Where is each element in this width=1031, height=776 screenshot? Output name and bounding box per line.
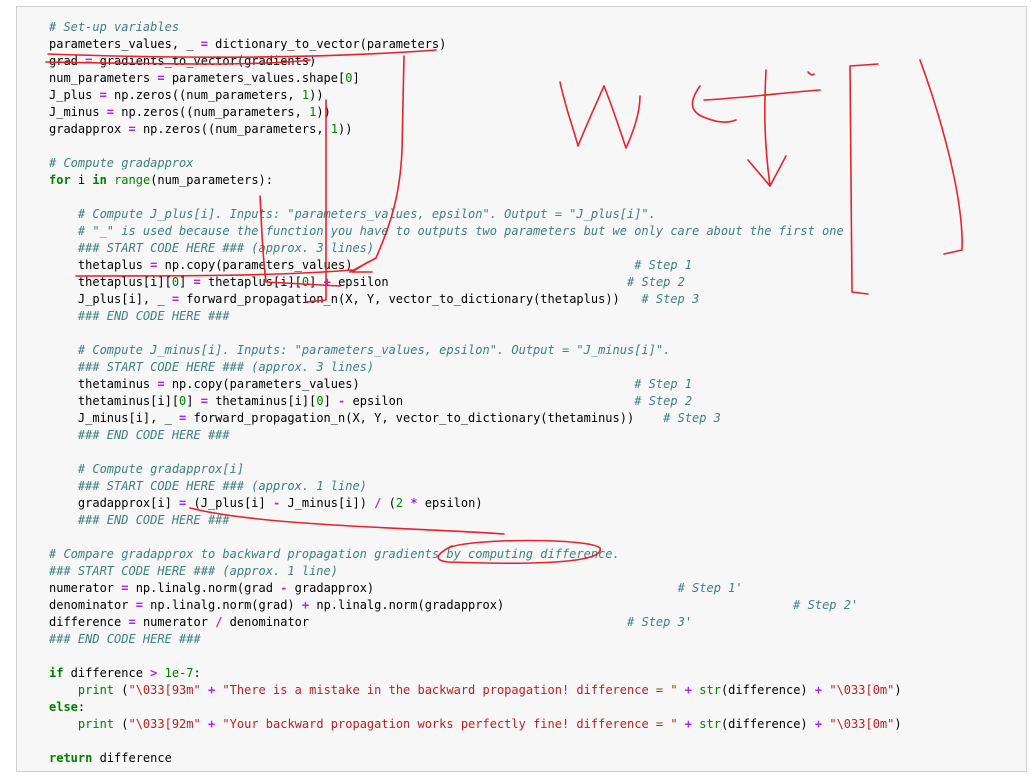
code-line[interactable]: print ("\033[92m" + "Your backward propa… (49, 716, 902, 733)
code-line[interactable]: numerator = np.linalg.norm(grad - gradap… (49, 580, 902, 597)
code-line[interactable]: if difference > 1e-7: (49, 665, 902, 682)
code-line[interactable]: parameters_values, _ = dictionary_to_vec… (49, 36, 902, 53)
code-line[interactable]: # Compute gradapprox[i] (49, 461, 902, 478)
code-line[interactable]: for i in range(num_parameters): (49, 172, 902, 189)
code-line[interactable]: ​ (49, 138, 902, 155)
code-line[interactable]: else: (49, 699, 902, 716)
code-line[interactable]: difference = numerator / denominator # S… (49, 614, 902, 631)
code-line[interactable]: gradapprox[i] = (J_plus[i] - J_minus[i])… (49, 495, 902, 512)
code-line[interactable]: ### END CODE HERE ### (49, 631, 902, 648)
code-editor[interactable]: # Set-up variables parameters_values, _ =… (49, 19, 902, 767)
code-line[interactable]: grad = gradients_to_vector(gradients) (49, 53, 902, 70)
code-line[interactable]: # Compare gradapprox to backward propaga… (49, 546, 902, 563)
code-line[interactable]: ​ (49, 189, 902, 206)
code-line[interactable]: ​ (49, 529, 902, 546)
code-line[interactable]: ​ (49, 325, 902, 342)
code-line[interactable]: print ("\033[93m" + "There is a mistake … (49, 682, 902, 699)
code-line[interactable]: return difference (49, 750, 902, 767)
code-line[interactable]: J_plus = np.zeros((num_parameters, 1)) (49, 87, 902, 104)
code-line[interactable]: denominator = np.linalg.norm(grad) + np.… (49, 597, 902, 614)
code-line[interactable]: ### START CODE HERE ### (approx. 3 lines… (49, 359, 902, 376)
code-line[interactable]: gradapprox = np.zeros((num_parameters, 1… (49, 121, 902, 138)
code-line[interactable]: J_minus = np.zeros((num_parameters, 1)) (49, 104, 902, 121)
code-line[interactable]: # Compute gradapprox (49, 155, 902, 172)
code-line[interactable]: thetaplus = np.copy(parameters_values) #… (49, 257, 902, 274)
code-line[interactable]: ### END CODE HERE ### (49, 512, 902, 529)
code-line[interactable]: # Compute J_plus[i]. Inputs: "parameters… (49, 206, 902, 223)
code-line[interactable]: ### START CODE HERE ### (approx. 3 lines… (49, 240, 902, 257)
code-line[interactable]: thetaplus[i][0] = thetaplus[i][0] + epsi… (49, 274, 902, 291)
code-line[interactable]: ### END CODE HERE ### (49, 308, 902, 325)
code-line[interactable]: ​ (49, 648, 902, 665)
code-line[interactable]: thetaminus = np.copy(parameters_values) … (49, 376, 902, 393)
code-cell[interactable]: # Set-up variables parameters_values, _ =… (16, 6, 1027, 772)
code-line[interactable]: # "_" is used because the function you h… (49, 223, 902, 240)
code-line[interactable]: ​ (49, 733, 902, 750)
code-line[interactable]: ​ (49, 444, 902, 461)
code-line[interactable]: J_plus[i], _ = forward_propagation_n(X, … (49, 291, 902, 308)
code-line[interactable]: ### START CODE HERE ### (approx. 1 line) (49, 563, 902, 580)
code-line[interactable]: # Compute J_minus[i]. Inputs: "parameter… (49, 342, 902, 359)
code-line[interactable]: num_parameters = parameters_values.shape… (49, 70, 902, 87)
code-line[interactable]: J_minus[i], _ = forward_propagation_n(X,… (49, 410, 902, 427)
code-line[interactable]: # Set-up variables (49, 19, 902, 36)
code-line[interactable]: ### END CODE HERE ### (49, 427, 902, 444)
code-line[interactable]: thetaminus[i][0] = thetaminus[i][0] - ep… (49, 393, 902, 410)
code-line[interactable]: ### START CODE HERE ### (approx. 1 line) (49, 478, 902, 495)
